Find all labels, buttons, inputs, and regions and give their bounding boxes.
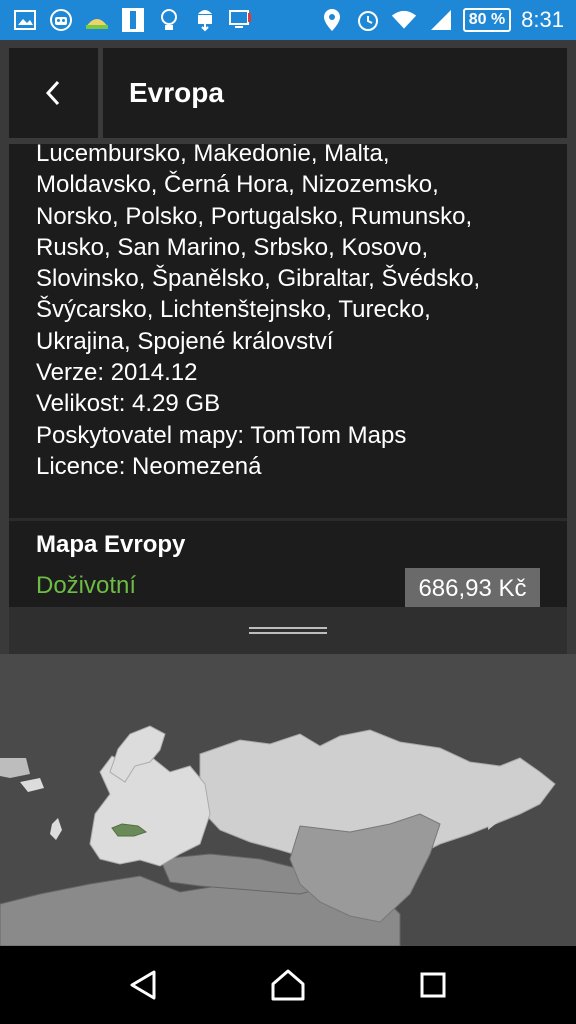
nav-back-button[interactable] — [113, 955, 173, 1015]
detail-line: Slovinsko, Španělsko, Gibraltar, Švédsko… — [36, 265, 481, 293]
license-line: Licence: Neomezená — [36, 452, 262, 480]
wifi-icon — [391, 7, 417, 33]
robot-app-icon — [48, 7, 74, 33]
detail-line: Švýcarsko, Lichtenštejnsko, Turecko, — [36, 296, 431, 324]
drag-handle-icon — [249, 627, 327, 634]
buy-price-button[interactable]: 686,93 Kč — [405, 568, 540, 610]
alarm-icon — [355, 7, 381, 33]
app-icon-i — [120, 7, 146, 33]
weather-app-icon — [84, 7, 110, 33]
map-detail-panel: Evropa Lucembursko, Makedonie, Malta, Mo… — [0, 40, 576, 654]
nav-recent-apps-button[interactable] — [403, 955, 463, 1015]
navigation-bar — [0, 946, 576, 1024]
android-download-icon — [192, 7, 218, 33]
detail-line: Lucembursko, Makedonie, Malta, — [36, 144, 390, 167]
gallery-icon — [12, 7, 38, 33]
lightbulb-icon — [156, 7, 182, 33]
detail-line: Moldavsko, Černá Hora, Nizozemsko, — [36, 171, 439, 199]
signal-icon — [427, 7, 453, 33]
page-title: Evropa — [129, 77, 224, 108]
europe-map-graphic — [0, 725, 556, 946]
detail-line: Ukrajina, Spojené království — [36, 327, 334, 355]
details-text: Lucembursko, Makedonie, Malta, Moldavsko… — [36, 144, 540, 482]
location-icon — [319, 7, 345, 33]
provider-line: Poskytovatel mapy: TomTom Maps — [36, 421, 407, 449]
title-bar: Evropa — [103, 48, 567, 138]
product-term: Doživotní — [36, 572, 137, 599]
screen-alert-icon — [228, 7, 254, 33]
chevron-left-icon — [45, 80, 59, 106]
detail-line: Rusko, San Marino, Srbsko, Kosovo, — [36, 233, 429, 261]
panel-drag-handle[interactable] — [9, 607, 567, 654]
product-name: Mapa Evropy — [36, 531, 186, 558]
product-row: Mapa Evropy Doživotní 686,93 Kč — [9, 518, 567, 610]
square-recent-icon — [420, 972, 446, 998]
version-line: Verze: 2014.12 — [36, 359, 198, 387]
home-icon — [271, 969, 305, 1001]
clock: 8:31 — [521, 7, 564, 32]
detail-line: Norsko, Polsko, Portugalsko, Rumunsko, — [36, 202, 473, 230]
system-icons: 80 % 8:31 — [319, 7, 576, 33]
back-button[interactable] — [9, 48, 98, 138]
triangle-back-icon — [130, 970, 156, 1000]
battery-indicator: 80 % — [462, 8, 512, 32]
status-bar: 80 % 8:31 — [0, 0, 576, 40]
nav-home-button[interactable] — [258, 955, 318, 1015]
map-details[interactable]: Lucembursko, Makedonie, Malta, Moldavsko… — [9, 144, 567, 552]
coverage-map[interactable] — [0, 654, 576, 946]
size-line: Velikost: 4.29 GB — [36, 390, 221, 418]
notification-icons — [0, 7, 254, 33]
